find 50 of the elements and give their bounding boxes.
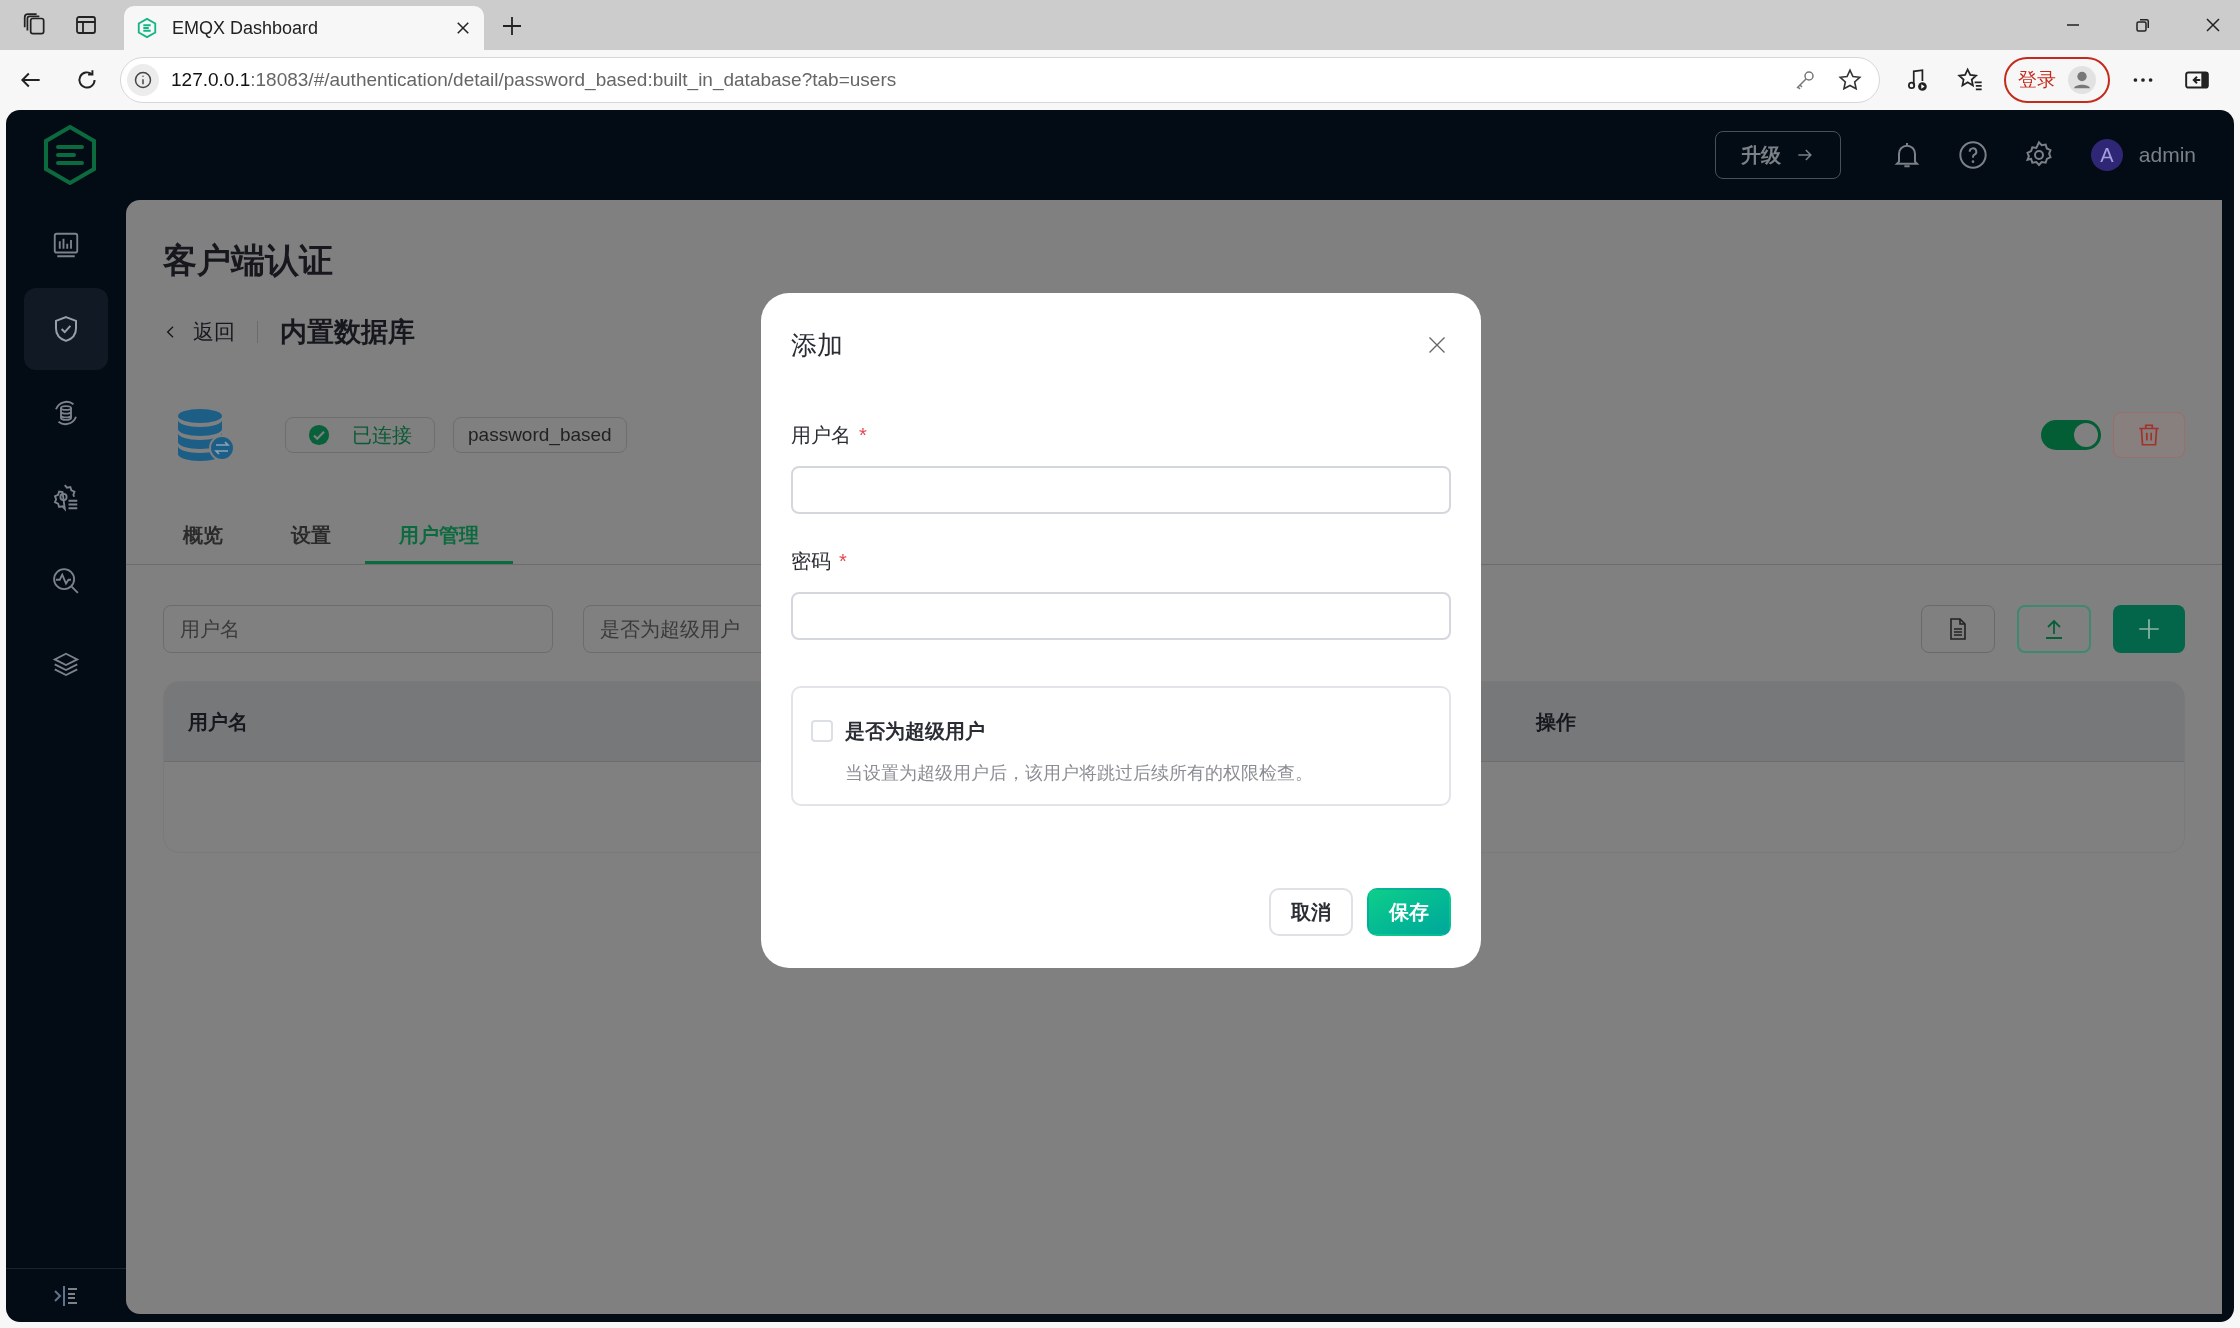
checkbox-label[interactable]: 是否为超级用户 (845, 716, 985, 746)
checkbox[interactable] (811, 720, 833, 742)
field-label: 密码 * (791, 549, 848, 574)
profile-icon (2068, 66, 2096, 94)
column-header: 用户名 (188, 709, 248, 735)
input-field[interactable] (791, 592, 1451, 640)
address-bar[interactable]: 127.0.0.1:18083/#/authentication/detail/password_based:built_in_database?tab=users (120, 57, 1880, 103)
tab[interactable]: 设置 (257, 508, 365, 564)
star-icon[interactable] (1837, 67, 1863, 93)
close-icon[interactable] (454, 19, 472, 37)
close-icon[interactable] (2204, 16, 2222, 34)
page-title: 客户端认证 (163, 240, 334, 281)
back-link[interactable]: 返回 (163, 316, 235, 348)
database-icon (177, 408, 235, 462)
chart-icon (51, 230, 81, 260)
avatar[interactable]: A (2090, 139, 2123, 171)
filter-field[interactable]: 用户名 (163, 605, 553, 653)
pulse-search-icon (51, 566, 81, 596)
login-button[interactable]: 登录 (2004, 57, 2110, 103)
info-icon[interactable] (127, 64, 159, 96)
status-badge: 已连接 (285, 417, 435, 453)
restore-icon[interactable] (2134, 16, 2152, 34)
section-title: 内置数据库 (280, 315, 415, 349)
help-text: 当设置为超级用户后，该用户将跳过后续所有的权限检查。 (845, 762, 1314, 785)
cancel-button[interactable]: 取消 (1269, 888, 1353, 936)
dialog-title: 添加 (791, 328, 843, 362)
plus-icon (2136, 616, 2162, 642)
tabs-icon[interactable] (22, 12, 48, 38)
new-tab-icon[interactable] (500, 14, 524, 38)
enable-switch[interactable] (2041, 420, 2101, 450)
check-circle-icon (308, 424, 330, 446)
input-field[interactable] (791, 466, 1451, 514)
url-text: 127.0.0.1:18083/#/authentication/detail/password_based:built_in_database?tab=users (171, 67, 898, 93)
type-badge: password_based (453, 417, 627, 453)
browser-tab[interactable]: EMQX Dashboard (124, 6, 484, 50)
upgrade-button[interactable]: 升级 (1714, 131, 1841, 179)
app-logo-icon (42, 124, 98, 186)
tab-title: EMQX Dashboard (172, 16, 320, 40)
document-button[interactable] (1921, 605, 1995, 653)
collapse-icon[interactable] (53, 1284, 79, 1307)
sidebar-toggle-icon[interactable] (74, 13, 98, 37)
help-icon[interactable] (1956, 139, 1989, 171)
trash-icon (2136, 422, 2162, 448)
save-button[interactable]: 保存 (1367, 888, 1451, 936)
user-name[interactable]: admin (2138, 139, 2196, 171)
column-header: 操作 (1536, 709, 1576, 735)
tab[interactable]: 概览 (149, 508, 257, 564)
field-label: 用户名 * (791, 423, 868, 448)
app-logo-icon (136, 17, 158, 39)
sidebar-item[interactable] (24, 288, 108, 370)
